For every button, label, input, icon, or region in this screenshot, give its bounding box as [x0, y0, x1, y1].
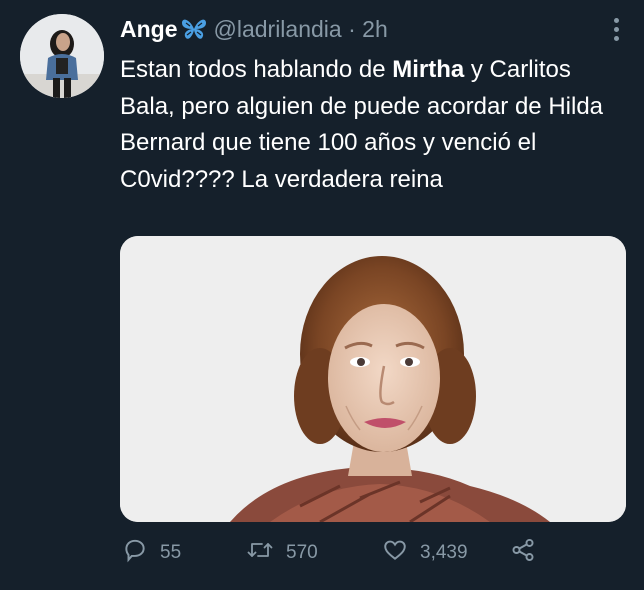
- reply-icon: [122, 537, 148, 569]
- reply-button[interactable]: 55: [122, 536, 181, 570]
- share-button[interactable]: [510, 536, 536, 570]
- heart-icon: [382, 537, 408, 569]
- author-avatar[interactable]: [20, 14, 104, 98]
- retweet-icon: [246, 537, 274, 569]
- retweet-button[interactable]: 570: [246, 536, 318, 570]
- retweet-count: 570: [286, 542, 318, 563]
- tweet-photo[interactable]: [120, 236, 626, 522]
- like-button[interactable]: 3,439: [382, 536, 468, 570]
- tweet-timestamp[interactable]: 2h: [362, 16, 388, 42]
- butterfly-icon: [180, 16, 208, 50]
- tweet-text: Estan todos hablando de Mirtha y Carlito…: [120, 52, 620, 198]
- author-handle[interactable]: @ladrilandia: [214, 16, 342, 42]
- tweet-header: Ange @ladrilandia · 2h: [120, 12, 388, 50]
- tweet-text-bold: Mirtha: [392, 56, 465, 83]
- tweet-text-part1: Estan todos hablando de: [120, 56, 393, 83]
- more-options-icon[interactable]: [614, 18, 620, 42]
- author-name[interactable]: Ange: [120, 16, 178, 42]
- separator-dot: ·: [348, 16, 356, 42]
- reply-count: 55: [160, 542, 182, 563]
- tweet-actions: 55 570 3,439: [120, 536, 626, 570]
- share-icon: [510, 537, 536, 569]
- like-count: 3,439: [420, 542, 468, 563]
